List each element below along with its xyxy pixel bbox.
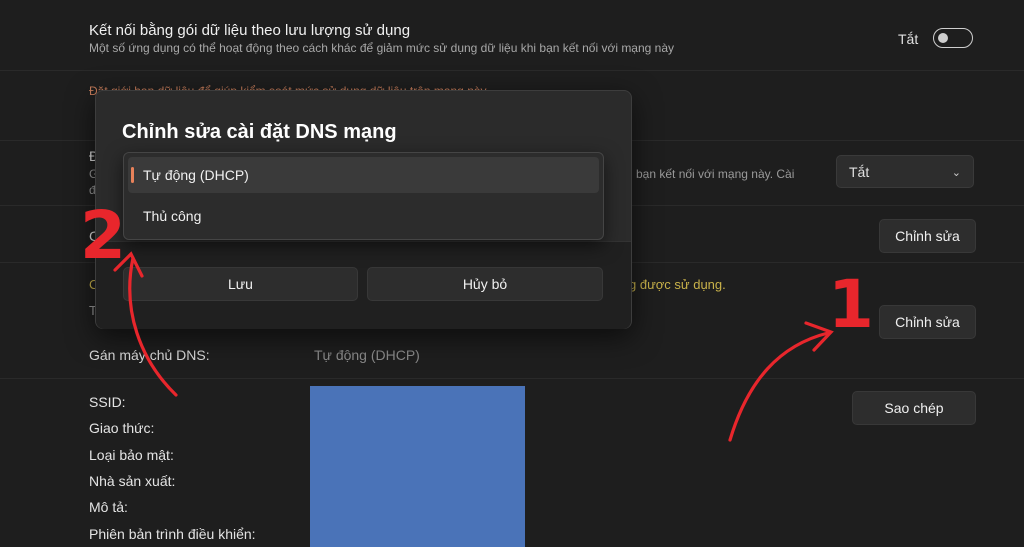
annotation-overlay: 2 1 [80, 197, 874, 442]
arrow-2 [128, 256, 178, 397]
step-number-1: 1 [828, 266, 874, 343]
step-number-2: 2 [80, 197, 126, 274]
